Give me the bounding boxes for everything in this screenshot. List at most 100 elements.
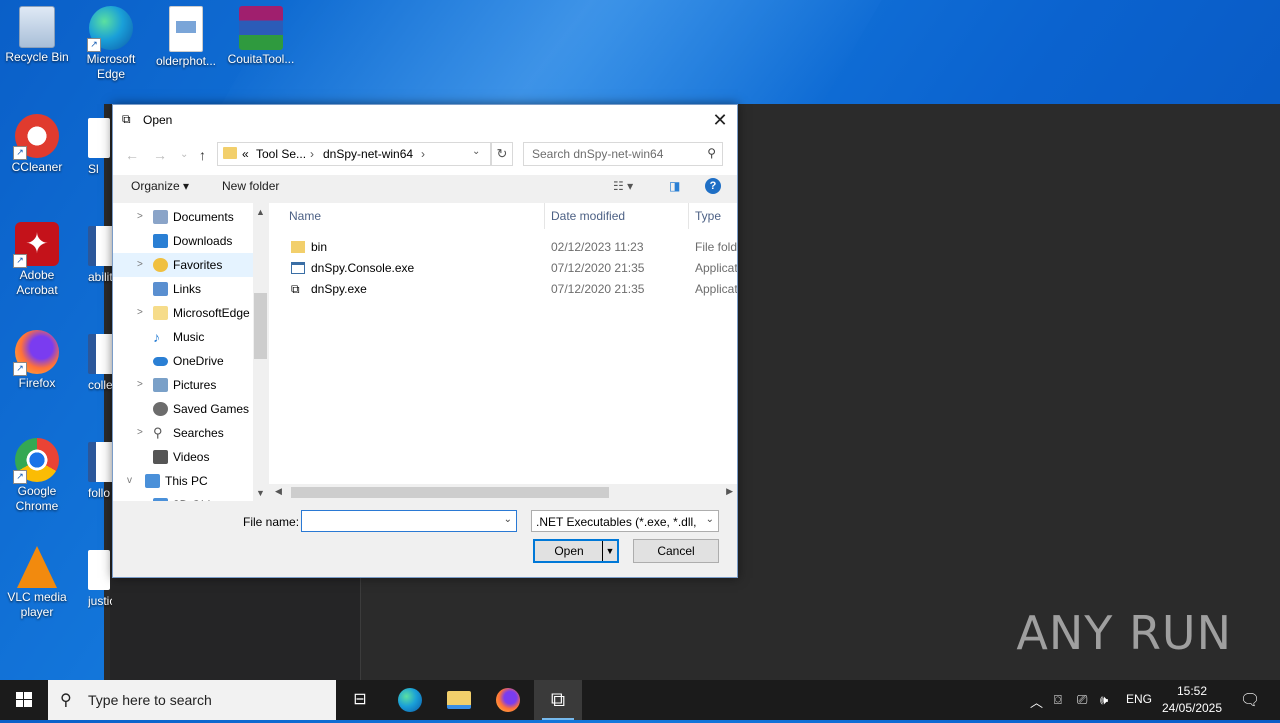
desktop-icon-partial-2[interactable]: abilit	[88, 226, 112, 285]
close-button[interactable]: ✕	[703, 105, 737, 135]
expand-chevron-icon[interactable]: >	[137, 493, 143, 501]
expand-chevron-icon[interactable]: >	[137, 205, 143, 229]
file-row[interactable]: ⧉ dnSpy.exe 07/12/2020 21:35 Application	[269, 279, 737, 300]
desktop-icon-couitatool[interactable]: CouitaTool...	[224, 0, 298, 67]
breadcrumb-overflow[interactable]: «	[242, 147, 249, 161]
desktop-icon-recycle-bin[interactable]: Recycle Bin	[0, 0, 74, 65]
task-view-icon[interactable]: ⊟	[336, 680, 384, 720]
file-row[interactable]: bin 02/12/2023 11:23 File folder	[269, 237, 737, 258]
forward-arrow-icon[interactable]: →	[153, 147, 167, 163]
nav-item-documents[interactable]: > Documents	[113, 205, 253, 229]
back-arrow-icon[interactable]: ←	[125, 147, 139, 163]
collapse-chevron-icon[interactable]: v	[127, 469, 132, 493]
file-name: dnSpy.exe	[311, 282, 367, 296]
desktop-icon-partial-1[interactable]: Sl	[88, 118, 112, 177]
desktop-icon-acrobat[interactable]: ✦ ↗ Adobe Acrobat	[0, 216, 74, 298]
show-hidden-icons-chevron[interactable]: ︿	[1030, 692, 1043, 711]
expand-chevron-icon[interactable]: >	[137, 373, 143, 397]
chevron-right-icon[interactable]: ›	[310, 147, 314, 161]
chevron-right-icon[interactable]: ›	[421, 147, 425, 161]
start-button[interactable]	[0, 680, 48, 720]
app-window-icon: ⧉	[291, 282, 300, 296]
file-type-filter[interactable]: .NET Executables (*.exe, *.dll, *.netmod…	[531, 510, 719, 532]
desktop-icon-label: Google Chrome	[15, 484, 59, 513]
column-header-date[interactable]: Date modified	[545, 203, 689, 229]
nav-item-this-pc[interactable]: v This PC	[113, 469, 253, 493]
nav-item-label: Videos	[173, 450, 210, 464]
nav-item-saved-games[interactable]: Saved Games	[113, 397, 253, 421]
scroll-left-icon[interactable]: ◀	[275, 486, 282, 497]
recent-locations-chevron-icon[interactable]: ⌄	[180, 149, 188, 160]
new-folder-button[interactable]: New folder	[222, 179, 279, 193]
cloud-icon	[153, 357, 168, 366]
view-options-icon[interactable]: ☷ ▾	[613, 179, 633, 193]
desktop-icon-vlc[interactable]: VLC media player	[0, 540, 74, 620]
expand-chevron-icon[interactable]: >	[137, 421, 143, 445]
scroll-up-icon[interactable]: ▲	[256, 207, 265, 217]
nav-item-videos[interactable]: Videos	[113, 445, 253, 469]
nav-item-downloads[interactable]: Downloads	[113, 229, 253, 253]
scroll-down-icon[interactable]: ▼	[256, 488, 265, 498]
file-row[interactable]: dnSpy.Console.exe 07/12/2020 21:35 Appli…	[269, 258, 737, 279]
network-icon[interactable]: ⎚	[1077, 692, 1087, 708]
desktop-icon-olderphotos[interactable]: olderphot...	[149, 0, 223, 69]
open-split-arrow-icon[interactable]: ▼	[602, 541, 617, 561]
file-type: File folder	[695, 240, 737, 254]
taskbar-edge[interactable]	[386, 680, 434, 720]
desktop-icon-partial-4[interactable]: follo	[88, 442, 112, 501]
scroll-right-icon[interactable]: ▶	[726, 486, 733, 497]
volume-icon[interactable]: 🕪	[1100, 692, 1108, 708]
refresh-icon[interactable]: ↻	[491, 142, 513, 166]
search-box[interactable]: Search dnSpy-net-win64 ⚲	[523, 142, 723, 166]
desktop-icon-label: VLC media player	[7, 590, 67, 619]
desktop-icon-firefox[interactable]: ↗ Firefox	[0, 324, 74, 391]
address-dropdown-icon[interactable]: ⌄	[472, 146, 480, 157]
breadcrumb-tool-se[interactable]: Tool Se...	[256, 147, 306, 161]
nav-item-pictures[interactable]: > Pictures	[113, 373, 253, 397]
taskbar-search[interactable]: ⚲ Type here to search	[48, 680, 336, 720]
desktop-icon-edge[interactable]: ↗ Microsoft Edge	[74, 0, 148, 82]
nav-item-onedrive[interactable]: OneDrive	[113, 349, 253, 373]
clock[interactable]: 15:52 24/05/2025	[1156, 683, 1228, 717]
nav-item-links[interactable]: Links	[113, 277, 253, 301]
breadcrumb-dnspy[interactable]: dnSpy-net-win64	[323, 147, 413, 161]
file-name-input[interactable]: ⌄	[301, 510, 517, 532]
help-icon[interactable]: ?	[705, 178, 721, 194]
nav-item-favorites[interactable]: > Favorites	[113, 253, 253, 277]
scrollbar-thumb[interactable]	[254, 293, 267, 359]
language-indicator[interactable]: ENG	[1126, 692, 1152, 706]
meet-now-icon[interactable]: ⌼	[1054, 692, 1062, 708]
desktop-icon-ccleaner[interactable]: ↗ CCleaner	[0, 108, 74, 175]
preview-pane-icon[interactable]: ◨	[669, 179, 680, 193]
nav-item-label: Music	[173, 330, 205, 344]
column-header-type[interactable]: Type	[689, 203, 737, 229]
clock-date: 24/05/2025	[1161, 701, 1223, 715]
expand-chevron-icon[interactable]: >	[137, 253, 143, 277]
chevron-down-icon[interactable]: ⌄	[504, 514, 512, 525]
nav-item-searches[interactable]: > ⚲ Searches	[113, 421, 253, 445]
taskbar-file-explorer[interactable]	[435, 680, 483, 720]
nav-item-microsoftedge[interactable]: > MicrosoftEdge	[113, 301, 253, 325]
open-button[interactable]: Open ▼	[533, 539, 619, 563]
nav-item-3d-objects[interactable]: > 3D Objects	[113, 493, 253, 501]
taskbar-firefox[interactable]	[484, 680, 532, 720]
organize-button[interactable]: Organize ▾	[131, 179, 189, 193]
windows-logo-icon	[16, 692, 32, 707]
desktop-icon-partial-3[interactable]: colle	[88, 334, 112, 393]
expand-chevron-icon[interactable]: >	[137, 301, 143, 325]
up-arrow-icon[interactable]: ↑	[199, 147, 206, 163]
column-header-name[interactable]: Name	[283, 203, 545, 229]
file-list-horizontal-scrollbar[interactable]: ◀ ▶	[269, 484, 737, 501]
desktop-icon-label: Sl	[88, 162, 99, 176]
chevron-down-icon[interactable]: ⌄	[706, 514, 714, 525]
desktop-icon-chrome[interactable]: ↗ Google Chrome	[0, 432, 74, 514]
notifications-icon[interactable]: 🗨	[1240, 690, 1260, 710]
scrollbar-thumb[interactable]	[291, 487, 609, 498]
open-file-dialog: ⧉ Open ✕ ← → ⌄ ↑ « Tool Se... › dnSpy-ne…	[112, 104, 738, 578]
desktop-icon-partial-5[interactable]: justic	[88, 550, 112, 609]
taskbar-dnspy-dialog[interactable]: ⧉	[534, 680, 582, 720]
nav-scrollbar[interactable]: ▲ ▼	[253, 203, 268, 501]
address-bar[interactable]: « Tool Se... › dnSpy-net-win64 › ⌄	[217, 142, 491, 166]
cancel-button[interactable]: Cancel	[633, 539, 719, 563]
nav-item-music[interactable]: ♪ Music	[113, 325, 253, 349]
